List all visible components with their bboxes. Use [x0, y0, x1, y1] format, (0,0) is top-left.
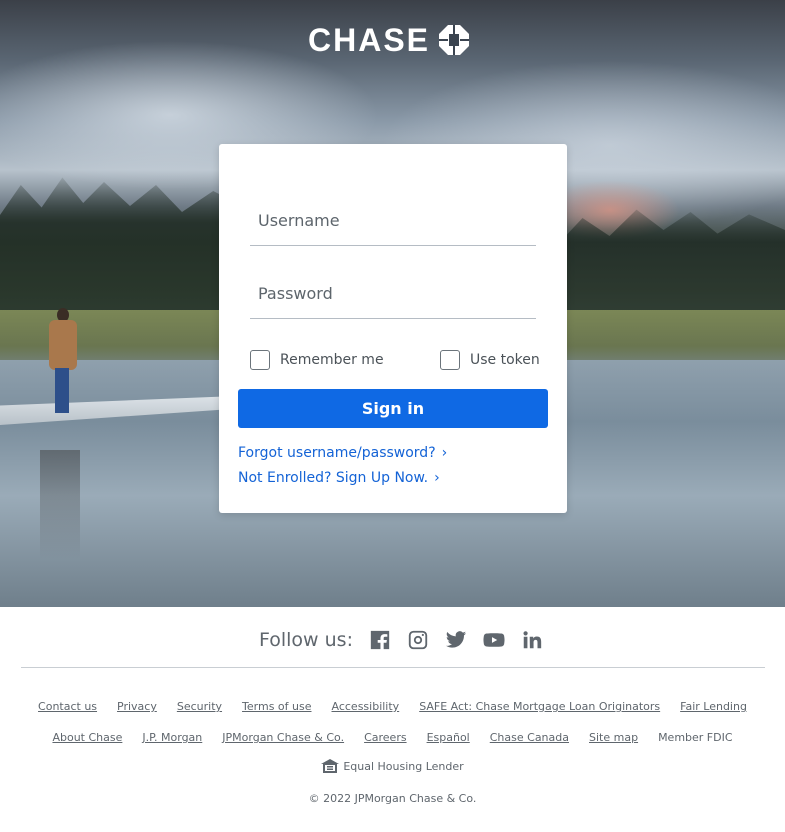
equal-housing-lender: Equal Housing Lender [0, 759, 785, 773]
youtube-icon[interactable] [483, 629, 505, 651]
chase-octagon-icon [439, 25, 470, 55]
accessibility-link[interactable]: Accessibility [332, 700, 400, 713]
remember-me-checkbox[interactable]: Remember me [250, 350, 384, 370]
member-fdic-text: Member FDIC [658, 731, 733, 744]
jpmorgan-chase-link[interactable]: JPMorgan Chase & Co. [222, 731, 344, 744]
sign-in-button[interactable]: Sign in [238, 389, 548, 428]
footer-links-row: Contact us Privacy Security Terms of use… [0, 700, 785, 713]
username-placeholder: Username [258, 211, 340, 230]
checkbox-box[interactable] [440, 350, 460, 370]
fair-lending-link[interactable]: Fair Lending [680, 700, 747, 713]
use-token-label: Use token [470, 352, 540, 368]
privacy-link[interactable]: Privacy [117, 700, 157, 713]
person-on-dock [45, 308, 81, 418]
footer-divider [21, 667, 765, 668]
remember-me-label: Remember me [280, 352, 384, 368]
checkbox-box[interactable] [250, 350, 270, 370]
house-icon [321, 759, 340, 773]
linkedin-icon[interactable] [521, 629, 543, 651]
about-chase-link[interactable]: About Chase [52, 731, 122, 744]
footer-links-row: About Chase J.P. Morgan JPMorgan Chase &… [0, 731, 785, 744]
username-field[interactable]: Username [250, 202, 536, 246]
copyright: © 2022 JPMorgan Chase & Co. [308, 792, 477, 805]
footer: Follow us: Contact us Privacy Security T… [0, 607, 785, 832]
chevron-right-icon: › [434, 470, 440, 486]
careers-link[interactable]: Careers [364, 731, 407, 744]
hero-background: CHASE Username Password Remember me Use … [0, 0, 785, 607]
housing-label: Equal Housing Lender [343, 759, 464, 773]
follow-us: Follow us: [259, 629, 543, 651]
twitter-icon[interactable] [445, 629, 467, 651]
enroll-link[interactable]: Not Enrolled? Sign Up Now. › [238, 470, 440, 486]
chase-logo[interactable]: CHASE [308, 22, 470, 58]
espanol-link[interactable]: Español [427, 731, 470, 744]
use-token-checkbox[interactable]: Use token [440, 350, 540, 370]
password-placeholder: Password [258, 284, 333, 303]
jp-morgan-link[interactable]: J.P. Morgan [142, 731, 202, 744]
forgot-credentials-label: Forgot username/password? [238, 445, 436, 461]
instagram-icon[interactable] [407, 629, 429, 651]
chase-canada-link[interactable]: Chase Canada [490, 731, 569, 744]
forgot-credentials-link[interactable]: Forgot username/password? › [238, 445, 447, 461]
follow-label: Follow us: [259, 629, 353, 651]
facebook-icon[interactable] [369, 629, 391, 651]
terms-of-use-link[interactable]: Terms of use [242, 700, 311, 713]
logo-wordmark: CHASE [308, 22, 431, 58]
site-map-link[interactable]: Site map [589, 731, 638, 744]
login-card: Username Password Remember me Use token … [219, 144, 567, 513]
security-link[interactable]: Security [177, 700, 222, 713]
reflection [40, 450, 80, 560]
enroll-label: Not Enrolled? Sign Up Now. [238, 470, 429, 486]
contact-us-link[interactable]: Contact us [38, 700, 97, 713]
safe-act-link[interactable]: SAFE Act: Chase Mortgage Loan Originator… [419, 700, 660, 713]
chevron-right-icon: › [441, 445, 448, 461]
password-field[interactable]: Password [250, 275, 536, 319]
